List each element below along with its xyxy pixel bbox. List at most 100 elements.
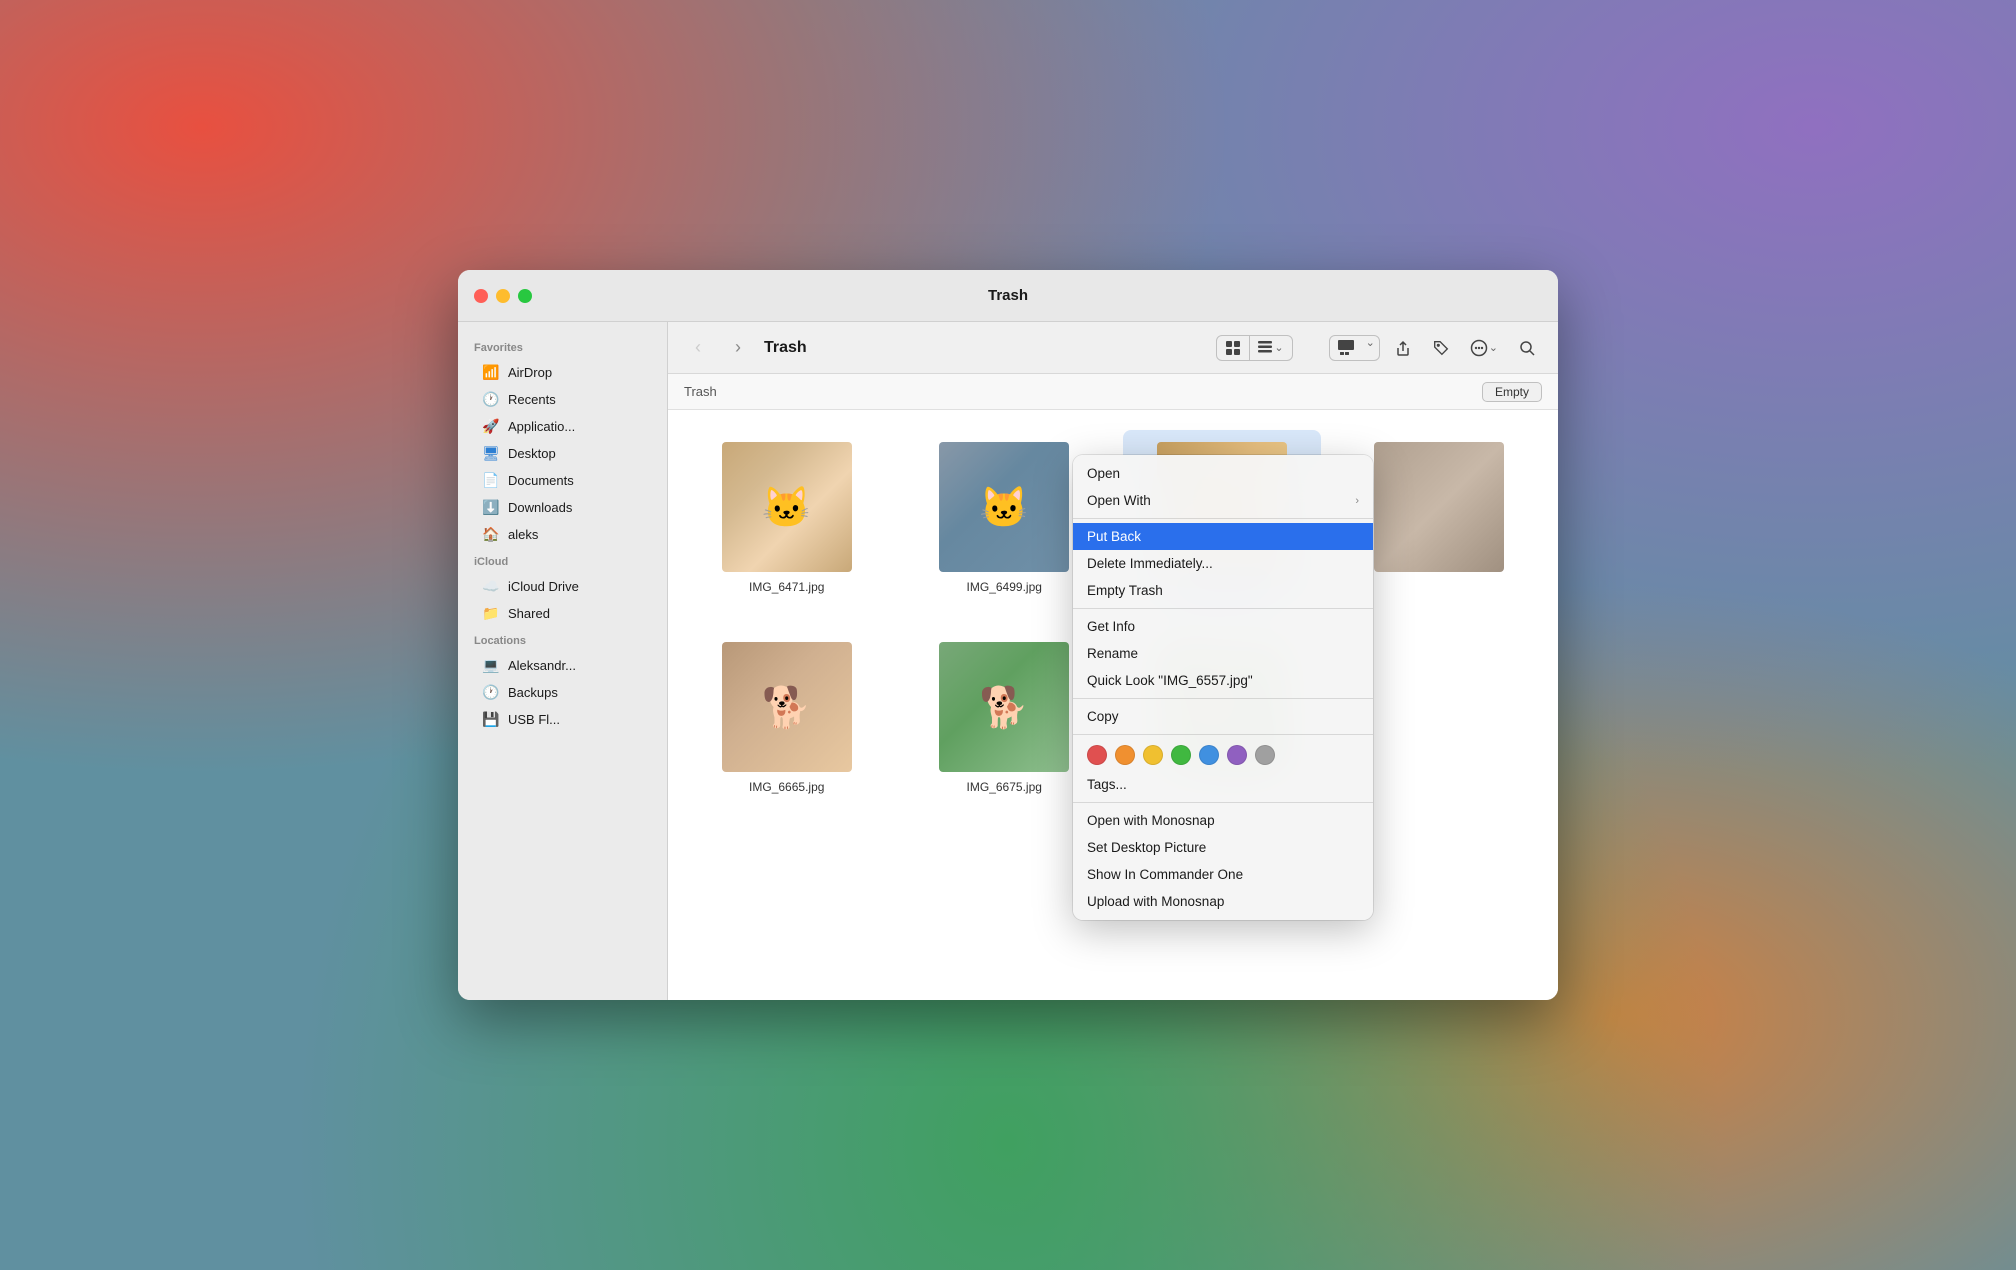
forward-button[interactable]: › — [724, 334, 752, 362]
color-orange[interactable] — [1115, 745, 1135, 765]
downloads-icon: ⬇️ — [482, 498, 500, 516]
color-gray[interactable] — [1255, 745, 1275, 765]
file-name: IMG_6499.jpg — [967, 580, 1042, 594]
sidebar-item-label: Recents — [508, 392, 556, 407]
minimize-button[interactable] — [496, 289, 510, 303]
color-yellow[interactable] — [1143, 745, 1163, 765]
sidebar-item-label: Desktop — [508, 446, 556, 461]
sidebar-item-downloads[interactable]: ⬇️ Downloads — [466, 494, 659, 520]
icon-view-button[interactable] — [1217, 336, 1249, 360]
gallery-view-button[interactable] — [1330, 336, 1362, 360]
photo-preview: 🐱 — [939, 442, 1069, 572]
back-button[interactable]: ‹ — [684, 334, 712, 362]
share-button[interactable] — [1388, 335, 1418, 361]
ctx-upload-monosnap[interactable]: Upload with Monosnap — [1073, 888, 1373, 915]
ctx-delete-immediately[interactable]: Delete Immediately... — [1073, 550, 1373, 577]
photo-preview — [1374, 442, 1504, 572]
ctx-rename-label: Rename — [1087, 646, 1138, 661]
sidebar-item-label: aleks — [508, 527, 538, 542]
tags-button[interactable] — [1426, 335, 1456, 361]
sidebar-item-aleksandr[interactable]: 💻 Aleksandr... — [466, 652, 659, 678]
finder-window: Trash Favorites 📶 AirDrop 🕐 Recents 🚀 Ap… — [458, 270, 1558, 1000]
desktop-icon: 🖥 — [482, 444, 500, 462]
ctx-empty-trash[interactable]: Empty Trash — [1073, 577, 1373, 604]
color-purple[interactable] — [1227, 745, 1247, 765]
close-button[interactable] — [474, 289, 488, 303]
sidebar-item-aleks[interactable]: 🏠 aleks — [466, 521, 659, 547]
recents-icon: 🕐 — [482, 390, 500, 408]
ctx-get-info-label: Get Info — [1087, 619, 1135, 634]
ctx-put-back[interactable]: Put Back — [1073, 523, 1373, 550]
photo-preview: 🐕 — [722, 642, 852, 772]
title-bar: Trash — [458, 270, 1558, 322]
color-red[interactable] — [1087, 745, 1107, 765]
file-thumbnail: 🐱 — [939, 442, 1069, 572]
file-name: IMG_6675.jpg — [967, 780, 1042, 794]
file-item-img6471[interactable]: 🐱 IMG_6471.jpg — [688, 430, 886, 610]
photo-preview: 🐱 — [722, 442, 852, 572]
color-green[interactable] — [1171, 745, 1191, 765]
ctx-copy[interactable]: Copy — [1073, 703, 1373, 730]
search-button[interactable] — [1512, 335, 1542, 361]
sidebar-item-airdrop[interactable]: 📶 AirDrop — [466, 359, 659, 385]
file-name: IMG_6665.jpg — [749, 780, 824, 794]
sidebar-item-desktop[interactable]: 🖥 Desktop — [466, 440, 659, 466]
list-view-button[interactable]: ⌄ — [1249, 336, 1291, 360]
sidebar-item-label: USB Fl... — [508, 712, 560, 727]
sidebar: Favorites 📶 AirDrop 🕐 Recents 🚀 Applicat… — [458, 322, 668, 1000]
sidebar-item-label: Aleksandr... — [508, 658, 576, 673]
applications-icon: 🚀 — [482, 417, 500, 435]
ctx-rename[interactable]: Rename — [1073, 640, 1373, 667]
breadcrumb: Trash — [684, 384, 717, 399]
sidebar-item-label: Shared — [508, 606, 550, 621]
ctx-tag-colors — [1073, 739, 1373, 771]
favorites-label: Favorites — [458, 334, 667, 358]
sidebar-item-label: AirDrop — [508, 365, 552, 380]
ctx-open[interactable]: Open — [1073, 460, 1373, 487]
sidebar-item-usb[interactable]: 💾 USB Fl... — [466, 706, 659, 732]
sidebar-item-recents[interactable]: 🕐 Recents — [466, 386, 659, 412]
ctx-get-info[interactable]: Get Info — [1073, 613, 1373, 640]
ctx-quick-look-label: Quick Look "IMG_6557.jpg" — [1087, 673, 1253, 688]
ctx-separator-3 — [1073, 698, 1373, 699]
file-name: IMG_6471.jpg — [749, 580, 824, 594]
sidebar-item-applications[interactable]: 🚀 Applicatio... — [466, 413, 659, 439]
ctx-quick-look[interactable]: Quick Look "IMG_6557.jpg" — [1073, 667, 1373, 694]
ctx-separator-1 — [1073, 518, 1373, 519]
sidebar-item-label: Applicatio... — [508, 419, 575, 434]
ctx-separator-5 — [1073, 802, 1373, 803]
main-layout: Favorites 📶 AirDrop 🕐 Recents 🚀 Applicat… — [458, 322, 1558, 1000]
sidebar-item-backups[interactable]: 🕐 Backups — [466, 679, 659, 705]
sidebar-item-label: Documents — [508, 473, 574, 488]
breadcrumb-bar: Trash Empty — [668, 374, 1558, 410]
file-thumbnail: 🐕 — [722, 642, 852, 772]
usb-icon: 💾 — [482, 710, 500, 728]
sidebar-item-icloud-drive[interactable]: ☁️ iCloud Drive — [466, 573, 659, 599]
ctx-separator-4 — [1073, 734, 1373, 735]
airdrop-icon: 📶 — [482, 363, 500, 381]
ctx-set-desktop[interactable]: Set Desktop Picture — [1073, 834, 1373, 861]
color-blue[interactable] — [1199, 745, 1219, 765]
toolbar-icons: ⌄ ⌄ — [1216, 335, 1542, 361]
ctx-open-with[interactable]: Open With › — [1073, 487, 1373, 514]
ctx-show-commander-label: Show In Commander One — [1087, 867, 1243, 882]
fullscreen-button[interactable] — [518, 289, 532, 303]
ctx-tags[interactable]: Tags... — [1073, 771, 1373, 798]
ctx-open-with-label: Open With — [1087, 493, 1151, 508]
ctx-put-back-label: Put Back — [1087, 529, 1141, 544]
ctx-tags-label: Tags... — [1087, 777, 1127, 792]
sidebar-item-shared[interactable]: 📁 Shared — [466, 600, 659, 626]
empty-trash-button[interactable]: Empty — [1482, 382, 1542, 402]
icloud-icon: ☁️ — [482, 577, 500, 595]
toolbar-title: Trash — [764, 339, 807, 357]
ctx-delete-label: Delete Immediately... — [1087, 556, 1213, 571]
photo-preview: 🐕 — [939, 642, 1069, 772]
icloud-label: iCloud — [458, 548, 667, 572]
more-button[interactable]: ⌄ — [1464, 335, 1504, 361]
sidebar-item-label: Downloads — [508, 500, 572, 515]
computer-icon: 💻 — [482, 656, 500, 674]
ctx-open-monosnap[interactable]: Open with Monosnap — [1073, 807, 1373, 834]
sidebar-item-documents[interactable]: 📄 Documents — [466, 467, 659, 493]
file-item-img6665[interactable]: 🐕 IMG_6665.jpg — [688, 630, 886, 806]
ctx-show-commander[interactable]: Show In Commander One — [1073, 861, 1373, 888]
